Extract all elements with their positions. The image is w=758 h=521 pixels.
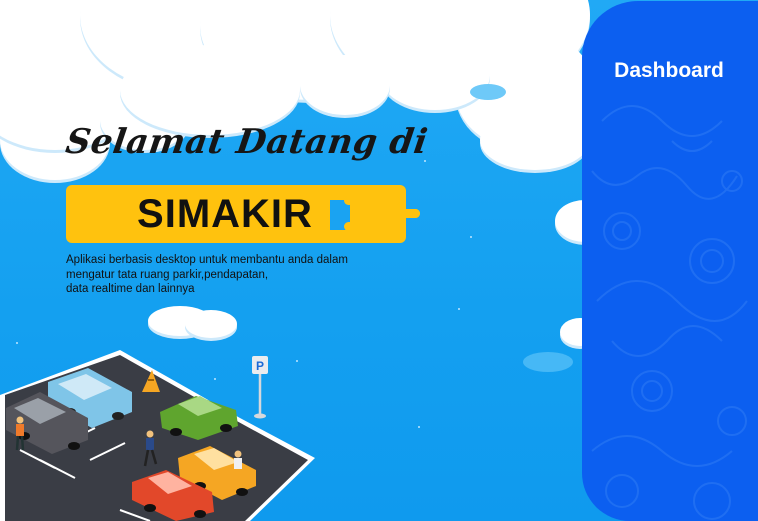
description-line: data realtime dan lainnya <box>66 283 195 295</box>
cloud-small <box>523 352 573 372</box>
description-line: mengatur tata ruang parkir,pendapatan, <box>66 268 269 281</box>
description-line: Aplikasi berbasis desktop untuk membantu… <box>66 254 348 266</box>
parking-lot-illustration: P <box>0 350 315 521</box>
parking-sign-icon: P <box>252 356 268 419</box>
app-description: Aplikasi berbasis desktop untuk membantu… <box>66 253 396 297</box>
welcome-screen: Selamat Datang di SIMAKIR Aplikasi berba… <box>0 0 758 521</box>
welcome-greeting: Selamat Datang di <box>63 122 431 162</box>
person-standing <box>234 450 242 469</box>
sidebar-panel: Dashboard <box>582 1 758 521</box>
parking-sign-letter: P <box>256 359 264 373</box>
dashboard-button[interactable]: Dashboard <box>594 55 744 87</box>
cloud-faint <box>470 84 506 100</box>
